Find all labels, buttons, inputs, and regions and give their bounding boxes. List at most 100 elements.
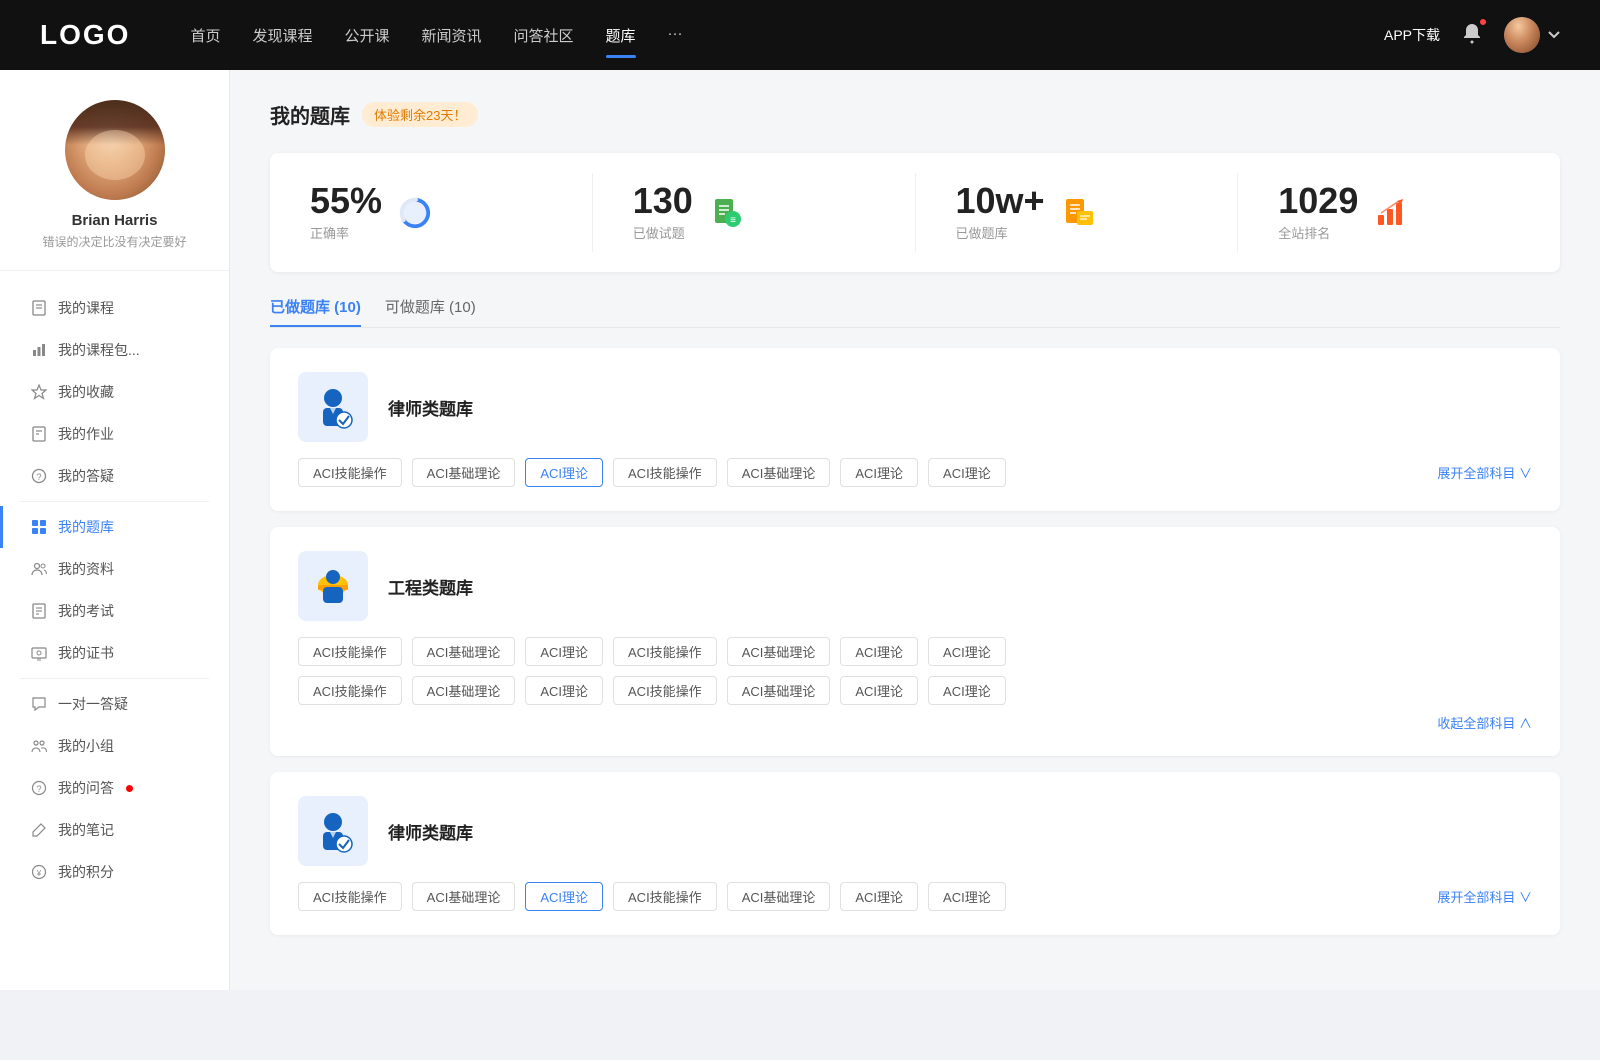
logo: LOGO <box>40 19 130 51</box>
sidebar: Brian Harris 错误的决定比没有决定要好 我的课程 我的课程包... <box>0 70 230 990</box>
sidebar-item-qna[interactable]: ? 我的答疑 <box>0 455 229 497</box>
tag[interactable]: ACI技能操作 <box>298 637 402 666</box>
bar-icon <box>30 341 48 359</box>
sidebar-label: 我的证书 <box>58 643 114 663</box>
sidebar-label: 我的笔记 <box>58 820 114 840</box>
tag[interactable]: ACI理论 <box>840 676 918 705</box>
main-layout: Brian Harris 错误的决定比没有决定要好 我的课程 我的课程包... <box>0 70 1600 990</box>
tag[interactable]: ACI基础理论 <box>727 458 831 487</box>
stat-rank: 1029 全站排名 <box>1238 173 1560 252</box>
notification-bell[interactable] <box>1460 21 1484 50</box>
sidebar-item-materials[interactable]: 我的资料 <box>0 548 229 590</box>
qa-notification-dot <box>126 785 133 792</box>
tags-container: ACI技能操作 ACI基础理论 ACI理论 ACI技能操作 ACI基础理论 AC… <box>298 882 1532 911</box>
nav-discover[interactable]: 发现课程 <box>252 21 312 50</box>
nav-news[interactable]: 新闻资讯 <box>422 21 482 50</box>
tag[interactable]: ACI理论 <box>840 637 918 666</box>
qbank-title: 工程类题库 <box>388 574 473 599</box>
tag[interactable]: ACI理论 <box>928 676 1006 705</box>
sidebar-label: 我的题库 <box>58 517 114 537</box>
tag[interactable]: ACI技能操作 <box>613 882 717 911</box>
tag[interactable]: ACI基础理论 <box>412 676 516 705</box>
nav-home[interactable]: 首页 <box>190 21 220 50</box>
qbank-card-header: 工程类题库 <box>298 551 1532 621</box>
sidebar-item-certs[interactable]: 我的证书 <box>0 632 229 674</box>
divider1 <box>20 501 209 502</box>
tag-active[interactable]: ACI理论 <box>525 882 603 911</box>
expand-link[interactable]: 展开全部科目 ∨ <box>1437 463 1532 482</box>
tag[interactable]: ACI技能操作 <box>613 458 717 487</box>
tag[interactable]: ACI技能操作 <box>298 676 402 705</box>
sidebar-label: 我的问答 <box>58 778 114 798</box>
stat-label: 已做试题 <box>633 223 693 242</box>
tab-available-banks[interactable]: 可做题库 (10) <box>385 296 476 327</box>
group-icon <box>30 737 48 755</box>
stat-accuracy: 55% 正确率 <box>270 173 593 252</box>
sidebar-item-points[interactable]: ¥ 我的积分 <box>0 851 229 893</box>
sidebar-label: 我的收藏 <box>58 382 114 402</box>
tag[interactable]: ACI基础理论 <box>412 458 516 487</box>
sidebar-item-myqa[interactable]: ? 我的问答 <box>0 767 229 809</box>
qbank-title: 律师类题库 <box>388 819 473 844</box>
expand-link[interactable]: 展开全部科目 ∨ <box>1437 887 1532 906</box>
divider2 <box>20 678 209 679</box>
stat-label: 正确率 <box>310 223 382 242</box>
tag[interactable]: ACI基础理论 <box>412 882 516 911</box>
stat-number: 130 <box>633 183 693 219</box>
tag[interactable]: ACI基础理论 <box>412 637 516 666</box>
qbank-card-header: 律师类题库 <box>298 372 1532 442</box>
tab-done-banks[interactable]: 已做题库 (10) <box>270 296 361 327</box>
tag[interactable]: ACI技能操作 <box>613 637 717 666</box>
tag[interactable]: ACI理论 <box>928 637 1006 666</box>
sidebar-label: 我的答疑 <box>58 466 114 486</box>
sidebar-item-notes[interactable]: 我的笔记 <box>0 809 229 851</box>
user-avatar[interactable] <box>1504 17 1560 53</box>
sidebar-item-courses[interactable]: 我的课程 <box>0 287 229 329</box>
question-icon: ? <box>30 467 48 485</box>
nav-open[interactable]: 公开课 <box>344 21 389 50</box>
tag[interactable]: ACI理论 <box>840 458 918 487</box>
svg-text:?: ? <box>36 472 41 482</box>
sidebar-menu: 我的课程 我的课程包... 我的收藏 我的作业 <box>0 271 229 909</box>
sidebar-item-homework[interactable]: 我的作业 <box>0 413 229 455</box>
tag[interactable]: ACI理论 <box>928 882 1006 911</box>
sidebar-item-groups[interactable]: 我的小组 <box>0 725 229 767</box>
svg-text:¥: ¥ <box>36 869 42 878</box>
note-icon <box>30 425 48 443</box>
chat-icon <box>30 695 48 713</box>
app-download-link[interactable]: APP下载 <box>1384 25 1440 45</box>
sidebar-item-1on1[interactable]: 一对一答疑 <box>0 683 229 725</box>
tags-row-2: ACI技能操作 ACI基础理论 ACI理论 ACI技能操作 ACI基础理论 AC… <box>298 676 1532 705</box>
pie-chart-icon <box>398 195 434 231</box>
tag[interactable]: ACI技能操作 <box>298 458 402 487</box>
collapse-link[interactable]: 收起全部科目 ∧ <box>298 713 1532 732</box>
profile-motto: 错误的决定比没有决定要好 <box>20 233 209 250</box>
tag[interactable]: ACI技能操作 <box>613 676 717 705</box>
sidebar-item-favorites[interactable]: 我的收藏 <box>0 371 229 413</box>
nav-qa[interactable]: 问答社区 <box>514 21 574 50</box>
tag[interactable]: ACI基础理论 <box>727 676 831 705</box>
tag[interactable]: ACI理论 <box>928 458 1006 487</box>
sidebar-label: 我的考试 <box>58 601 114 621</box>
nav-qbank[interactable]: 题库 <box>606 21 636 50</box>
tabs-row: 已做题库 (10) 可做题库 (10) <box>270 296 1560 328</box>
tag[interactable]: ACI基础理论 <box>727 882 831 911</box>
tag[interactable]: ACI理论 <box>525 637 603 666</box>
sidebar-item-packages[interactable]: 我的课程包... <box>0 329 229 371</box>
tags-row-1: ACI技能操作 ACI基础理论 ACI理论 ACI技能操作 ACI基础理论 AC… <box>298 637 1532 666</box>
tag[interactable]: ACI理论 <box>525 676 603 705</box>
sidebar-label: 我的积分 <box>58 862 114 882</box>
nav-more[interactable]: ··· <box>668 21 683 50</box>
cert-icon <box>30 644 48 662</box>
sidebar-item-exams[interactable]: 我的考试 <box>0 590 229 632</box>
chevron-down-icon <box>1548 31 1560 39</box>
tag[interactable]: ACI技能操作 <box>298 882 402 911</box>
tag[interactable]: ACI理论 <box>840 882 918 911</box>
stat-label: 已做题库 <box>956 223 1045 242</box>
qbank-card-header: 律师类题库 <box>298 796 1532 866</box>
tag-active[interactable]: ACI理论 <box>525 458 603 487</box>
tag[interactable]: ACI基础理论 <box>727 637 831 666</box>
sidebar-item-qbank[interactable]: 我的题库 <box>0 506 229 548</box>
main-content: 我的题库 体验剩余23天！ 55% 正确率 <box>230 70 1600 990</box>
sidebar-label: 我的小组 <box>58 736 114 756</box>
